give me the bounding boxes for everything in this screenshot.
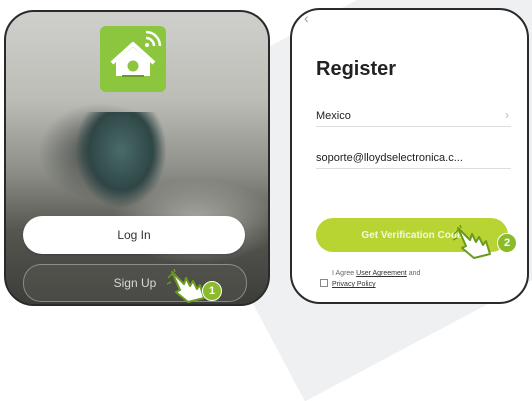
user-agreement-link[interactable]: User Agreement: [356, 270, 407, 277]
back-arrow-icon[interactable]: ‹: [304, 10, 309, 26]
hand-pointer-icon: [452, 224, 491, 259]
house-wifi-logo-icon: [110, 30, 162, 77]
signup-label: Sign Up: [113, 276, 157, 290]
country-selector[interactable]: Mexico ›: [316, 106, 511, 127]
login-label: Log In: [117, 228, 151, 242]
page-title: Register: [316, 58, 397, 80]
step-badge-2: 2: [497, 233, 517, 253]
privacy-policy-link[interactable]: Privacy Policy: [332, 281, 376, 288]
phone-login-screen: Log In Sign Up: [4, 10, 270, 306]
email-field[interactable]: soporte@lloydselectronica.c...: [316, 148, 511, 169]
agreement-row: I Agree User Agreement and Privacy Polic…: [320, 268, 482, 290]
email-value: soporte@lloydselectronica.c...: [316, 152, 463, 164]
login-button[interactable]: Log In: [23, 216, 245, 254]
agree-prefix: I Agree: [332, 270, 355, 277]
chevron-right-icon: ›: [505, 108, 509, 122]
agree-and: and: [408, 270, 421, 277]
background-photo-person: [76, 112, 166, 207]
step-badge-1: 1: [202, 281, 222, 301]
verify-label: Get Verification Code: [361, 229, 463, 241]
app-logo: [100, 26, 166, 92]
agree-checkbox[interactable]: [320, 279, 328, 287]
country-value: Mexico: [316, 110, 351, 122]
